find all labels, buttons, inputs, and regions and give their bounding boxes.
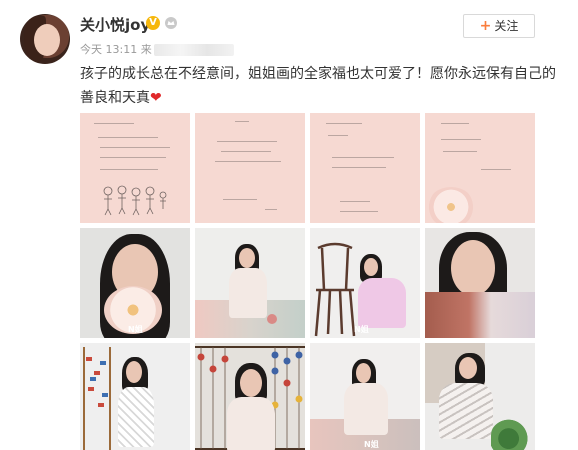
- magazine-watermark: N姐: [354, 325, 369, 334]
- heart-emoji-icon: ❤: [150, 90, 162, 106]
- chair-icon: [314, 242, 356, 337]
- grid-image-6[interactable]: [195, 228, 305, 338]
- grid-image-10[interactable]: [195, 343, 305, 450]
- magazine-watermark: N姐: [364, 440, 379, 449]
- post-meta: 今天 13:11 来: [80, 41, 234, 57]
- post-timestamp[interactable]: 今天 13:11 来: [80, 43, 152, 56]
- grid-image-9[interactable]: [80, 343, 190, 450]
- avatar-face: [34, 24, 60, 56]
- username-link[interactable]: 关小悦joy: [80, 14, 150, 35]
- verified-badge-icon: V: [146, 16, 160, 30]
- grid-image-5[interactable]: N姐: [80, 228, 190, 338]
- grid-image-12[interactable]: [425, 343, 535, 450]
- grid-image-4[interactable]: [425, 113, 535, 223]
- grid-image-1[interactable]: [80, 113, 190, 223]
- grid-image-8[interactable]: [425, 228, 535, 338]
- grid-image-7[interactable]: N姐: [310, 228, 420, 338]
- user-avatar[interactable]: [20, 14, 70, 64]
- abacus-icon: [83, 347, 111, 450]
- blurred-source: [153, 44, 234, 56]
- follow-label: 关注: [494, 19, 519, 33]
- plus-icon: +: [479, 18, 492, 34]
- grid-image-2[interactable]: [195, 113, 305, 223]
- member-level-icon: [165, 17, 177, 29]
- family-drawing-icon: [103, 185, 167, 216]
- grid-image-11[interactable]: N姐: [310, 343, 420, 450]
- post-text: 孩子的成长总在不经意间，姐姐画的全家福也太可爱了！愿你永远保有自己的善良和天真❤: [80, 62, 560, 110]
- follow-button[interactable]: + 关注: [463, 14, 535, 38]
- grid-image-3[interactable]: [310, 113, 420, 223]
- magazine-watermark: N姐: [128, 325, 143, 334]
